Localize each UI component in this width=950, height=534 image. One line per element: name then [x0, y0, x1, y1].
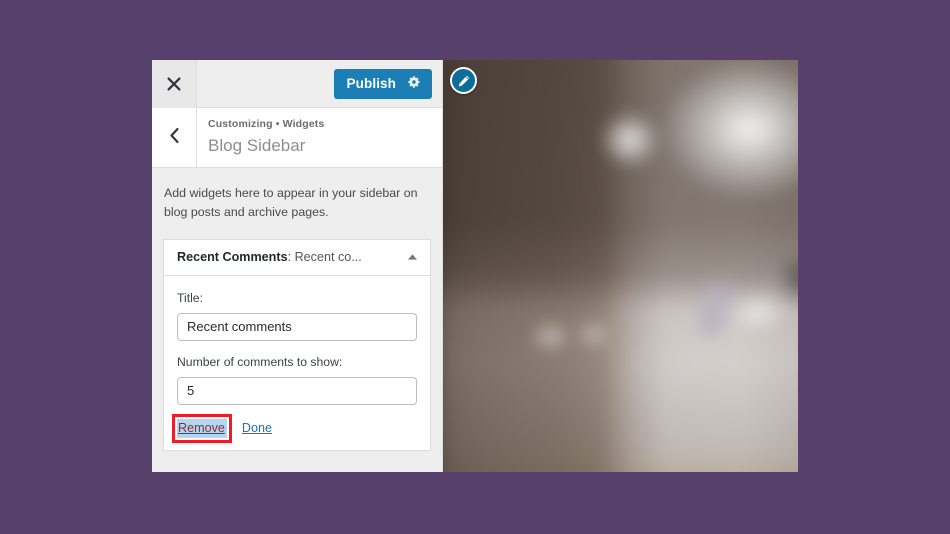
gear-icon[interactable]	[407, 75, 421, 92]
close-customizer-button[interactable]	[152, 60, 197, 108]
widget-instance-label: : Recent co...	[287, 250, 362, 265]
breadcrumb: Customizing • Widgets	[208, 118, 325, 130]
remove-widget-link[interactable]: Remove	[177, 418, 227, 438]
customizer-control-panel: Publish Customizing • Widgets Blog Sideb…	[152, 60, 443, 472]
chevron-left-icon	[168, 127, 181, 149]
edit-shortcut-button[interactable]	[450, 67, 477, 94]
site-preview-pane[interactable]	[443, 60, 798, 472]
remove-link-wrapper: Remove	[172, 413, 232, 443]
chevron-up-icon[interactable]	[405, 253, 419, 261]
pencil-edit-icon	[457, 74, 471, 88]
customizer-topbar: Publish	[152, 60, 442, 108]
close-x-icon	[166, 76, 182, 92]
screenshot-canvas: Publish Customizing • Widgets Blog Sideb…	[0, 0, 950, 534]
preview-background-photo	[443, 60, 798, 472]
back-button[interactable]	[152, 108, 197, 168]
widget-comment-count-input[interactable]	[177, 376, 417, 405]
field-label-comment-count: Number of comments to show:	[177, 354, 343, 369]
publish-button[interactable]: Publish	[333, 68, 432, 99]
widget-title: Recent Comments: Recent co...	[177, 250, 405, 264]
wordpress-customizer-window: Publish Customizing • Widgets Blog Sideb…	[152, 60, 798, 472]
page-title: Blog Sidebar	[208, 135, 306, 155]
sidebar-description: Add widgets here to appear in your sideb…	[164, 186, 418, 220]
widget-accordion-header[interactable]: Recent Comments: Recent co...	[164, 239, 430, 276]
customizer-section-header: Customizing • Widgets Blog Sidebar	[152, 108, 442, 169]
field-label-title: Title:	[177, 290, 203, 305]
widget-action-links: Remove Done	[172, 413, 417, 443]
publish-button-label: Publish	[346, 75, 396, 91]
widget-settings-form: Title: Number of comments to show: Remov…	[164, 275, 430, 450]
done-link[interactable]: Done	[242, 420, 272, 437]
widget-title-input[interactable]	[177, 312, 417, 341]
customizer-panel-body[interactable]: Add widgets here to appear in your sideb…	[152, 168, 442, 472]
widget-field-count: Number of comments to show:	[177, 354, 417, 405]
widget-card: Recent Comments: Recent co... Title: Rec…	[163, 238, 431, 451]
section-header-text: Customizing • Widgets Blog Sidebar	[197, 108, 442, 167]
widget-field-title: Title:	[177, 290, 417, 341]
widget-name: Recent Comments	[177, 250, 288, 265]
